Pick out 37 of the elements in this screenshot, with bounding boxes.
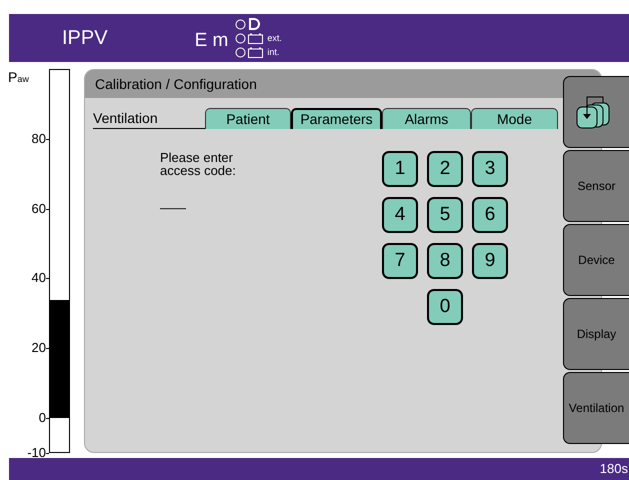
- tab[interactable]: Patient: [205, 108, 291, 129]
- power-source-label: int.: [267, 48, 280, 56]
- battery-icon: [248, 46, 264, 58]
- keypad-key[interactable]: 3: [472, 151, 508, 187]
- keypad-key[interactable]: 0: [427, 289, 463, 325]
- menu-button[interactable]: Device: [563, 224, 629, 296]
- keypad-key[interactable]: 6: [472, 197, 508, 233]
- keypad-key[interactable]: 5: [427, 197, 463, 233]
- mode-label: IPPV: [62, 26, 108, 51]
- panel-title: Calibration / Configuration: [85, 70, 601, 98]
- keypad-key[interactable]: 1: [382, 151, 418, 187]
- keypad-key[interactable]: 9: [472, 243, 508, 279]
- status-label: E m: [194, 28, 228, 53]
- battery-icon: [248, 32, 264, 44]
- prompt-text: Please enter access code:: [160, 151, 237, 177]
- tab[interactable]: Alarms: [382, 108, 471, 129]
- keypad-key[interactable]: 7: [382, 243, 418, 279]
- scale-label: 80: [32, 132, 46, 145]
- plug-icon: [248, 18, 260, 30]
- scale-label: 60: [32, 202, 46, 215]
- keypad-key[interactable]: 8: [427, 243, 463, 279]
- menu-button[interactable]: Ventilation: [563, 372, 629, 444]
- time-label: 180s: [600, 460, 628, 478]
- tab[interactable]: Parameters: [291, 108, 382, 129]
- scale-label: -10: [27, 446, 46, 459]
- menu-button[interactable]: [563, 76, 629, 148]
- scale-label: 0: [38, 411, 46, 424]
- scale-label: 40: [32, 271, 46, 284]
- menu-button[interactable]: Sensor: [563, 150, 629, 222]
- keypad-key[interactable]: 2: [427, 151, 463, 187]
- tab[interactable]: Mode: [471, 108, 558, 129]
- menu-button[interactable]: Display: [563, 298, 629, 370]
- code-field[interactable]: ——: [160, 201, 360, 214]
- keypad-key[interactable]: 4: [382, 197, 418, 233]
- power-source-label: ext.: [267, 34, 282, 42]
- gauge-label: Paw: [8, 70, 29, 84]
- scale-label: 20: [32, 341, 46, 354]
